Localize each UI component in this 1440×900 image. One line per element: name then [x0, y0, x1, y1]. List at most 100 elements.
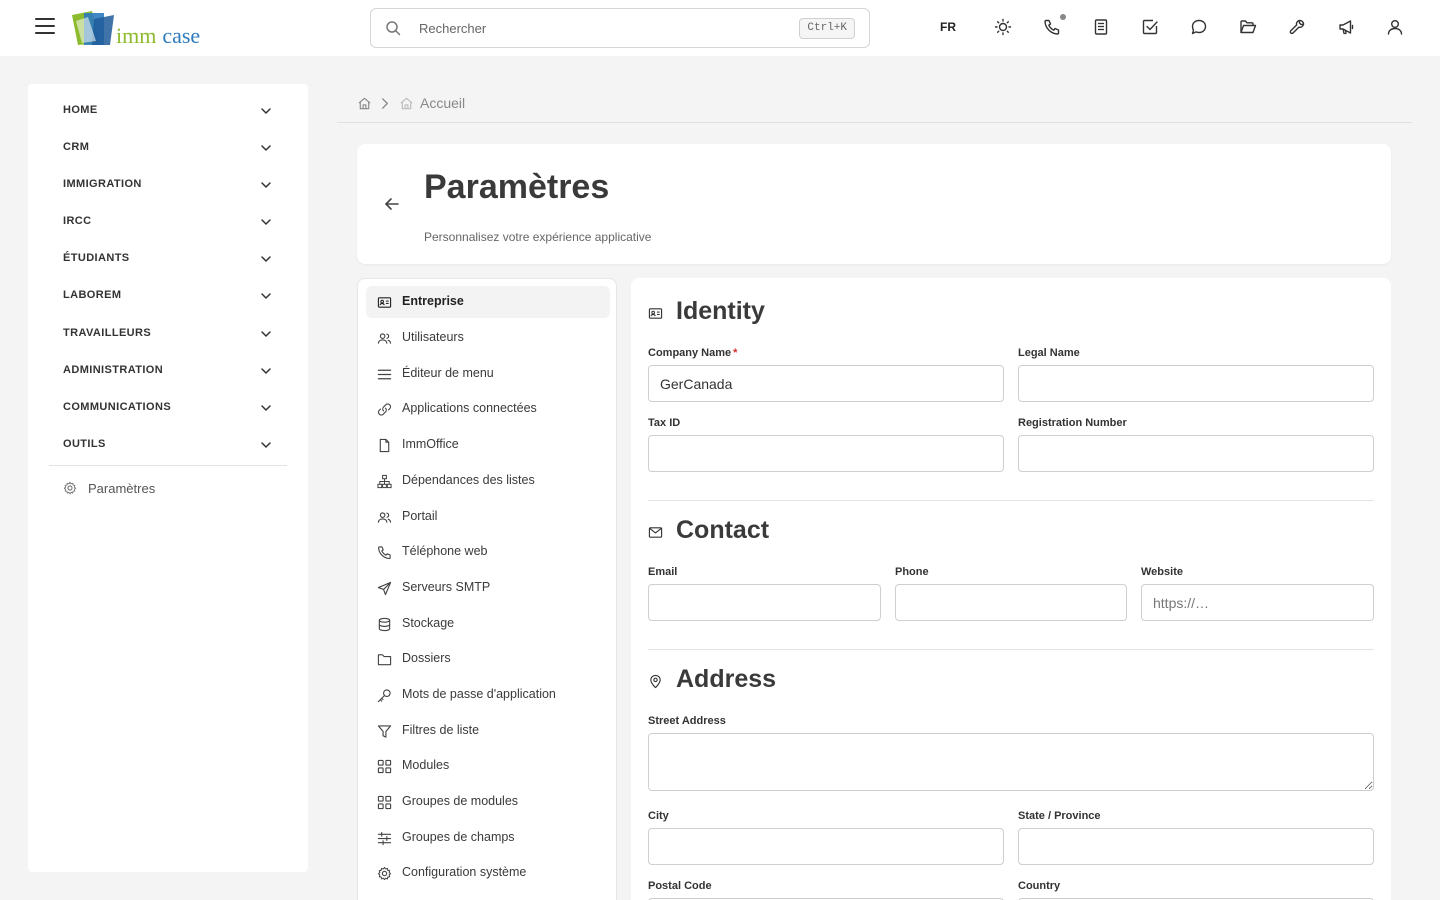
chevron-right-icon	[381, 98, 388, 109]
id-card-icon	[648, 308, 663, 319]
search-input[interactable]	[419, 17, 799, 39]
megaphone-icon[interactable]	[1337, 18, 1357, 38]
street-address-field[interactable]	[648, 733, 1374, 791]
tax-id-field[interactable]	[648, 435, 1004, 472]
sidebar-item-ircc[interactable]: IRCC	[63, 212, 273, 232]
website-label: Website	[1141, 566, 1183, 578]
sidebar-item-label: LABOREM	[63, 289, 122, 301]
menu-lines-icon	[377, 369, 392, 380]
state-province-field[interactable]	[1018, 828, 1374, 865]
street-address-label: Street Address	[648, 715, 726, 727]
sidebar-item-label: CRM	[63, 141, 90, 153]
back-arrow-icon[interactable]	[382, 194, 402, 214]
user-icon[interactable]	[1386, 18, 1406, 38]
chevron-down-icon	[261, 108, 271, 114]
website-field[interactable]	[1141, 584, 1374, 621]
nav-item-dossiers[interactable]: Dossiers	[366, 643, 610, 675]
company-name-field[interactable]	[648, 365, 1004, 402]
chevron-down-icon	[261, 293, 271, 299]
wrench-icon[interactable]	[1288, 18, 1308, 38]
nav-item-stockage[interactable]: Stockage	[366, 608, 610, 640]
file-icon	[379, 438, 390, 453]
chat-icon[interactable]	[1190, 18, 1210, 38]
language-switcher[interactable]: FR	[940, 20, 956, 34]
nav-item-label: Groupes de modules	[402, 794, 519, 808]
home-icon	[400, 97, 413, 110]
filter-icon	[377, 725, 392, 738]
breadcrumb-current[interactable]: Accueil	[420, 95, 465, 111]
checkbox-icon[interactable]	[1141, 18, 1161, 38]
folder-icon	[377, 654, 392, 666]
nav-item-utilisateurs[interactable]: Utilisateurs	[366, 322, 610, 354]
search-icon	[386, 21, 401, 36]
section-title-text: Address	[676, 665, 777, 693]
section-title-text: Contact	[676, 516, 770, 544]
chevron-down-icon	[261, 368, 271, 374]
send-icon	[377, 581, 392, 596]
sidebar-item-communications[interactable]: COMMUNICATIONS	[63, 398, 273, 418]
folder-open-icon[interactable]	[1239, 18, 1259, 38]
nav-item-serveurs-smtp[interactable]: Serveurs SMTP	[366, 572, 610, 604]
location-pin-icon	[650, 674, 661, 689]
nav-item-mots-de-passe[interactable]: Mots de passe d'application	[366, 679, 610, 711]
notification-dot	[1060, 14, 1066, 20]
sidebar-item-home[interactable]: HOME	[63, 101, 273, 121]
sidebar-item-etudiants[interactable]: ÉTUDIANTS	[63, 249, 273, 269]
sidebar-item-travailleurs[interactable]: TRAVAILLEURS	[63, 324, 273, 344]
email-field[interactable]	[648, 584, 881, 621]
logo[interactable]: imm case	[70, 11, 210, 49]
home-icon[interactable]	[357, 96, 372, 111]
nav-item-portail[interactable]: Portail	[366, 501, 610, 533]
settings-nav: Entreprise Utilisateurs Éditeur de menu …	[357, 278, 617, 900]
nav-item-telephone-web[interactable]: Téléphone web	[366, 536, 610, 568]
sidebar-item-immigration[interactable]: IMMIGRATION	[63, 175, 273, 195]
nav-item-label: Serveurs SMTP	[402, 580, 491, 594]
nav-item-groupes-modules[interactable]: Groupes de modules	[366, 786, 610, 818]
link-icon	[377, 403, 392, 416]
section-title-text: Identity	[676, 297, 765, 325]
city-field[interactable]	[648, 828, 1004, 865]
nav-item-entreprise[interactable]: Entreprise	[366, 286, 610, 318]
nav-item-label: Groupes de champs	[402, 830, 515, 844]
nav-item-immoffice[interactable]: ImmOffice	[366, 429, 610, 461]
nav-item-modules[interactable]: Modules	[366, 750, 610, 782]
phone-icon[interactable]	[1043, 18, 1063, 38]
users-icon	[377, 512, 392, 523]
page-title: Paramètres	[424, 168, 610, 206]
sidebar-item-label: COMMUNICATIONS	[63, 401, 172, 413]
hamburger-menu-icon[interactable]	[35, 18, 55, 36]
notes-icon[interactable]	[1092, 18, 1112, 38]
section-divider	[648, 500, 1374, 501]
search-box[interactable]: Ctrl+K	[370, 8, 870, 48]
top-bar: immcase Ctrl+K FR	[0, 0, 1440, 56]
nav-item-label: Dossiers	[402, 651, 451, 665]
sliders-icon	[377, 831, 392, 846]
required-mark: *	[733, 347, 738, 359]
nav-item-dependances-listes[interactable]: Dépendances des listes	[366, 465, 610, 497]
users-icon	[377, 333, 392, 344]
main-sidebar: HOME CRM IMMIGRATION IRCC ÉTUDIANTS LABO…	[28, 84, 308, 872]
phone-field[interactable]	[895, 584, 1127, 621]
legal-name-field[interactable]	[1018, 365, 1374, 402]
sidebar-item-administration[interactable]: ADMINISTRATION	[63, 361, 273, 381]
nav-item-groupes-champs[interactable]: Groupes de champs	[366, 822, 610, 854]
nav-item-filtres-liste[interactable]: Filtres de liste	[366, 715, 610, 747]
sidebar-item-outils[interactable]: OUTILS	[63, 435, 273, 455]
sidebar-item-label: OUTILS	[63, 438, 106, 450]
nav-item-label: Applications connectées	[402, 401, 537, 415]
nav-item-label: Configuration système	[402, 865, 527, 879]
tax-id-label: Tax ID	[648, 417, 681, 429]
sidebar-item-laborem[interactable]: LABOREM	[63, 286, 273, 306]
sun-icon[interactable]	[994, 18, 1014, 38]
page-header-card: Paramètres Personnalisez votre expérienc…	[357, 144, 1391, 264]
nav-item-editeur-menu[interactable]: Éditeur de menu	[366, 358, 610, 390]
sidebar-item-crm[interactable]: CRM	[63, 138, 273, 158]
registration-number-field[interactable]	[1018, 435, 1374, 472]
nav-item-configuration-systeme[interactable]: Configuration système	[366, 857, 610, 889]
chevron-down-icon	[261, 331, 271, 337]
chevron-down-icon	[261, 442, 271, 448]
legal-name-label: Legal Name	[1018, 347, 1080, 359]
logo-text: imm case	[116, 23, 200, 49]
nav-item-label: Stockage	[402, 616, 455, 630]
nav-item-applications-connectees[interactable]: Applications connectées	[366, 393, 610, 425]
